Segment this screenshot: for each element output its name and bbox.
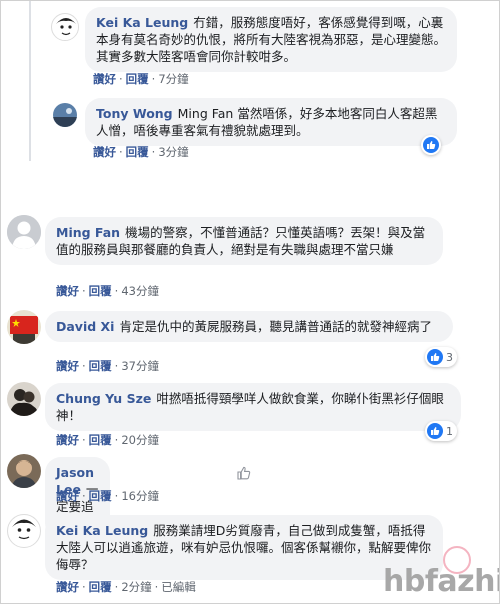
reaction-count: 3 — [446, 350, 453, 364]
thumbs-up-icon — [427, 349, 443, 365]
comment-author[interactable]: Tony Wong — [96, 106, 173, 121]
avatar[interactable] — [51, 13, 79, 41]
reaction-badge[interactable]: 3 — [425, 347, 457, 367]
reply-link[interactable]: 回覆 — [89, 580, 112, 594]
avatar-photo-icon — [7, 454, 41, 488]
comment-time[interactable]: 7分鐘 — [158, 72, 188, 86]
avatar[interactable] — [7, 454, 41, 488]
reply-link[interactable]: 回覆 — [126, 72, 149, 86]
avatar-landscape-icon — [53, 103, 77, 127]
comment-time[interactable]: 2分鐘 — [121, 580, 151, 594]
avatar[interactable] — [7, 215, 41, 249]
avatar[interactable] — [7, 310, 41, 344]
avatar-flag-icon — [7, 310, 41, 344]
reply-link[interactable]: 回覆 — [89, 433, 112, 447]
reply-link[interactable]: 回覆 — [89, 489, 112, 503]
watermark-text: hbfazhi — [383, 564, 500, 599]
watermark: hbfazhi — [381, 546, 499, 601]
like-link[interactable]: 讚好 — [56, 359, 79, 373]
edited-label[interactable]: 已編輯 — [161, 580, 196, 594]
comment-time[interactable]: 20分鐘 — [121, 433, 159, 447]
comment-actions: 讚好 · 回覆 · 37分鐘 — [56, 359, 159, 373]
reply-link[interactable]: 回覆 — [89, 359, 112, 373]
thumbs-up-icon — [427, 423, 443, 439]
default-avatar-icon — [7, 215, 41, 249]
comment-author[interactable]: Kei Ka Leung — [96, 15, 188, 30]
comment-actions: 讚好 · 回覆 · 2分鐘 · 已編輯 — [56, 580, 196, 594]
thumbs-up-icon — [423, 137, 439, 153]
section-gap — [1, 163, 499, 207]
like-link[interactable]: 讚好 — [56, 433, 79, 447]
avatar-cartoon-icon — [53, 15, 78, 40]
comment-bubble: Kei Ka Leung 冇錯，服務態度唔好，客係感覺得到嘅，心裏本身有莫名奇妙的… — [85, 7, 457, 72]
comments-screenshot: Kei Ka Leung 冇錯，服務態度唔好，客係感覺得到嘅，心裏本身有莫名奇妙的… — [0, 0, 500, 604]
comment-bubble: David Xi 肯定是仇中的黃屍服務員，聽見講普通話的就發神經病了 — [45, 311, 453, 342]
comment-author[interactable]: David Xi — [56, 319, 114, 334]
comment-author[interactable]: Ming Fan — [56, 225, 120, 240]
comment-author[interactable]: Kei Ka Leung — [56, 523, 148, 538]
reaction-badge[interactable]: 1 — [425, 421, 457, 441]
like-link[interactable]: 讚好 — [93, 145, 116, 159]
comment-bubble: Tony Wong Ming Fan 當然唔係，好多本地客同白人客超黑人憎，唔後專… — [85, 98, 457, 146]
like-icon[interactable] — [237, 465, 251, 480]
reaction-badge[interactable] — [421, 135, 441, 155]
avatar-cartoon-icon — [9, 516, 39, 546]
avatar-photo-icon — [7, 382, 41, 416]
comment-author[interactable]: Chung Yu Sze — [56, 391, 151, 406]
comment-actions: 讚好 · 回覆 · 3分鐘 — [93, 145, 189, 159]
reply-link[interactable]: 回覆 — [126, 145, 149, 159]
comment-actions: 讚好 · 回覆 · 7分鐘 — [93, 72, 189, 86]
avatar[interactable] — [7, 514, 41, 548]
reply-thread-line — [29, 1, 31, 161]
reaction-count: 1 — [446, 424, 453, 438]
comment-time[interactable]: 16分鐘 — [121, 489, 159, 503]
comment-text: 肯定是仇中的黃屍服務員，聽見講普通話的就發神經病了 — [119, 319, 432, 334]
like-link[interactable]: 讚好 — [93, 72, 116, 86]
like-link[interactable]: 讚好 — [56, 284, 79, 298]
like-link[interactable]: 讚好 — [56, 489, 79, 503]
like-link[interactable]: 讚好 — [56, 580, 79, 594]
comment-time[interactable]: 3分鐘 — [158, 145, 188, 159]
comment-bubble: Chung Yu Sze 咁撚唔抵得頸學咩人做飲食業，你睇仆街黑衫仔個眼神！ — [45, 383, 461, 431]
comment-bubble: Ming Fan 機場的警察，不懂普通話？只懂英語嗎？丟架！與及當值的服務員與那餐… — [45, 217, 443, 265]
comment-actions: 讚好 · 回覆 · 16分鐘 — [56, 489, 159, 503]
comment-time[interactable]: 43分鐘 — [121, 284, 159, 298]
avatar[interactable] — [53, 103, 77, 127]
avatar[interactable] — [7, 382, 41, 416]
comment-actions: 讚好 · 回覆 · 20分鐘 — [56, 433, 159, 447]
comment-time[interactable]: 37分鐘 — [121, 359, 159, 373]
reply-link[interactable]: 回覆 — [89, 284, 112, 298]
comment-actions: 讚好 · 回覆 · 43分鐘 — [56, 284, 159, 298]
